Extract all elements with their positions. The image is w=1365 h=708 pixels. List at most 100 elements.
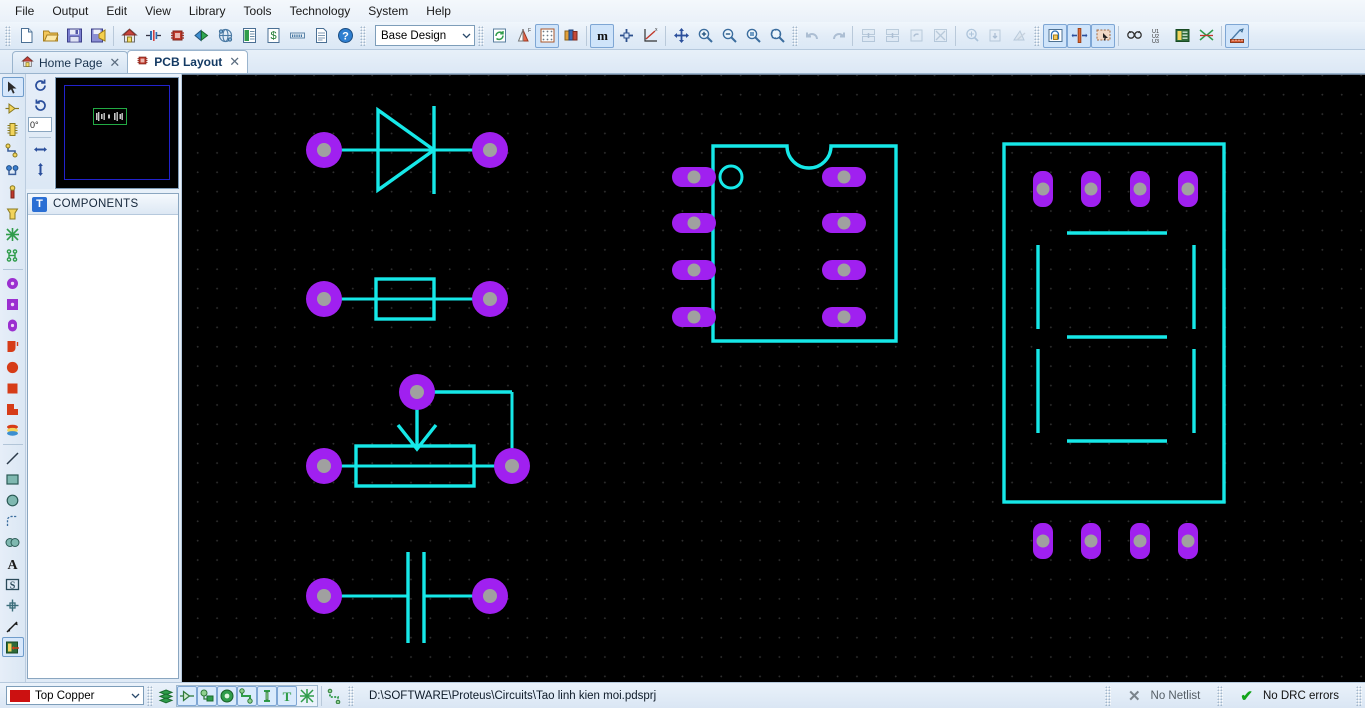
diode-footprint[interactable]	[306, 106, 508, 194]
zone-mode-icon[interactable]	[2, 182, 24, 202]
circle-tool-icon[interactable]	[2, 490, 24, 510]
line-tool-icon[interactable]	[2, 448, 24, 468]
arc-tool-icon[interactable]	[2, 511, 24, 531]
via-mode-icon[interactable]	[2, 161, 24, 181]
toggle-ratsnest-icon[interactable]	[297, 686, 317, 706]
dil8-footprint[interactable]	[672, 144, 898, 343]
polygonal-smt-pad-icon[interactable]	[2, 399, 24, 419]
drc-status[interactable]: ✔ No DRC errors	[1226, 685, 1353, 707]
report-icon[interactable]	[309, 24, 333, 48]
menu-item-help[interactable]: Help	[417, 2, 460, 21]
mirror-horizontal-icon[interactable]	[30, 140, 50, 159]
edit-grip[interactable]	[792, 25, 798, 46]
capacitor-footprint[interactable]	[306, 552, 508, 643]
menu-item-output[interactable]: Output	[43, 2, 97, 21]
netlist-icon[interactable]	[1194, 24, 1218, 48]
ratsnest-mode-icon[interactable]	[2, 203, 24, 223]
board-preview[interactable]	[55, 77, 179, 189]
statusbar-grip-5[interactable]	[1356, 685, 1362, 706]
toggle-drill-icon[interactable]	[257, 685, 277, 706]
statusbar-grip-2[interactable]	[348, 685, 354, 706]
save-design-icon[interactable]	[62, 24, 86, 48]
auto-router-icon[interactable]	[1043, 23, 1067, 48]
redo-icon[interactable]	[825, 24, 849, 48]
search-icon[interactable]	[1122, 24, 1146, 48]
pcb-canvas[interactable]	[182, 75, 1365, 682]
toolbar-grip[interactable]	[5, 25, 11, 46]
new-design-icon[interactable]	[14, 24, 38, 48]
zoom-in-icon[interactable]	[693, 24, 717, 48]
route-grip[interactable]	[1034, 25, 1040, 46]
cut-icon[interactable]	[856, 24, 880, 48]
schematic-capture-icon[interactable]	[141, 24, 165, 48]
design-explorer-icon[interactable]	[213, 24, 237, 48]
bill-of-materials-icon[interactable]	[237, 24, 261, 48]
toggle-text-icon[interactable]: T	[277, 685, 297, 706]
edge-connector-pad-icon[interactable]	[2, 336, 24, 356]
rotate-anticlockwise-icon[interactable]	[30, 96, 50, 115]
bom-cost-icon[interactable]: $	[261, 24, 285, 48]
resistor-footprint[interactable]	[306, 277, 508, 321]
import-export-icon[interactable]	[86, 24, 110, 48]
circular-smt-pad-icon[interactable]	[2, 357, 24, 377]
dil-pad-icon[interactable]	[2, 315, 24, 335]
potentiometer-footprint[interactable]	[306, 374, 530, 488]
pcb-layout-icon[interactable]	[165, 24, 189, 48]
component-mode-icon[interactable]	[2, 98, 24, 118]
box-tool-icon[interactable]	[2, 469, 24, 489]
rotation-angle-field[interactable]: 0°	[28, 117, 52, 132]
tab-home-page-close-icon[interactable]: ✕	[109, 55, 120, 71]
symbol-tool-icon[interactable]: S	[2, 574, 24, 594]
marker-tool-icon[interactable]	[2, 595, 24, 615]
round-through-hole-pad-icon[interactable]	[2, 273, 24, 293]
technology-combo[interactable]: Base Design	[375, 25, 475, 46]
design-rule-manager-icon[interactable]	[1225, 23, 1249, 48]
auto-name-icon[interactable]: U1 U2 U3	[1146, 24, 1170, 48]
t-object-selector-icon[interactable]: T	[32, 196, 47, 212]
toggle-connectivity-icon[interactable]	[325, 686, 345, 706]
track-mode-icon[interactable]	[2, 140, 24, 160]
pan-icon[interactable]	[669, 24, 693, 48]
seven-segment-footprint[interactable]	[1002, 142, 1226, 559]
tab-pcb-layout[interactable]: PCB Layout ✕	[127, 50, 249, 73]
display-all-layers-icon[interactable]	[156, 686, 176, 706]
toggle-components-icon[interactable]	[177, 685, 197, 706]
redraw-icon[interactable]	[487, 24, 511, 48]
home-page-icon[interactable]	[117, 24, 141, 48]
design-rule-mode-icon[interactable]	[2, 245, 24, 265]
move-blocks-icon[interactable]	[983, 24, 1007, 48]
copy-icon[interactable]	[880, 24, 904, 48]
connectivity-highlight-icon[interactable]	[2, 224, 24, 244]
open-design-icon[interactable]	[38, 24, 62, 48]
toggle-pads-icon[interactable]	[197, 685, 217, 706]
layer-select-icon[interactable]	[1, 637, 24, 657]
square-through-hole-pad-icon[interactable]	[2, 294, 24, 314]
menu-item-tools[interactable]: Tools	[235, 2, 281, 21]
block-select-icon[interactable]	[1091, 23, 1115, 48]
rotate-blocks-icon[interactable]	[1007, 24, 1031, 48]
property-assignment-icon[interactable]	[1170, 24, 1194, 48]
undo-icon[interactable]	[801, 24, 825, 48]
layer-chevron-down-icon[interactable]	[127, 691, 143, 700]
statusbar-grip-3[interactable]	[1104, 685, 1111, 706]
toggle-vias-icon[interactable]	[217, 685, 237, 706]
layers-icon[interactable]: F	[511, 24, 535, 48]
layer-colors-icon[interactable]	[559, 24, 583, 48]
zoom-out-icon[interactable]	[717, 24, 741, 48]
view-grip[interactable]	[478, 25, 484, 46]
mirror-vertical-icon[interactable]	[30, 160, 50, 179]
track-select-icon[interactable]	[1067, 23, 1091, 48]
metric-icon[interactable]: m	[590, 23, 614, 48]
menu-item-system[interactable]: System	[359, 2, 417, 21]
help-icon[interactable]: ?	[333, 24, 357, 48]
zoom-area-icon[interactable]	[765, 24, 789, 48]
chevron-down-icon[interactable]	[458, 26, 474, 45]
layer-selector[interactable]: Top Copper	[6, 686, 144, 705]
netlist-status[interactable]: ✕ No Netlist	[1114, 685, 1214, 707]
origin-icon[interactable]	[614, 24, 638, 48]
delete-icon[interactable]	[928, 24, 952, 48]
preview-viewport-box[interactable]	[93, 108, 127, 125]
zoom-all-icon[interactable]	[741, 24, 765, 48]
grid-icon[interactable]	[535, 23, 559, 48]
text-tool-icon[interactable]: A	[2, 553, 24, 573]
